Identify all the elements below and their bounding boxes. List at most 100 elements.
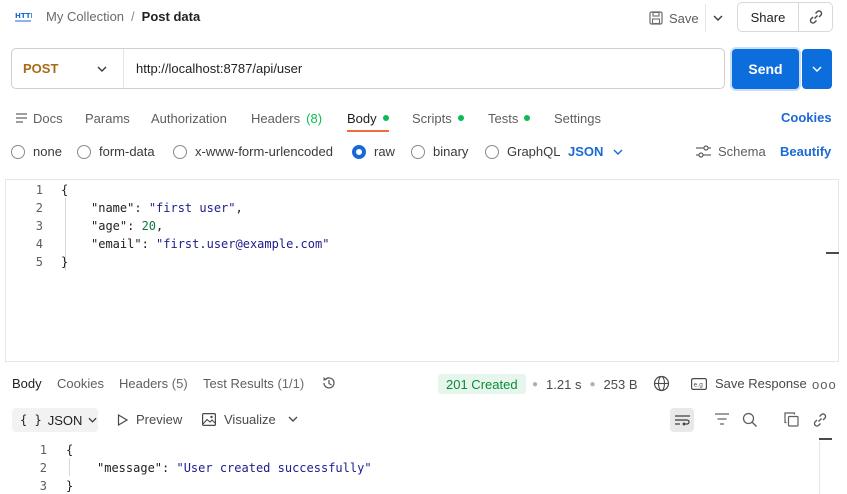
copy-link-button[interactable] <box>798 3 832 31</box>
tab-headers[interactable]: Headers (8) <box>251 104 322 132</box>
radio-urlencoded[interactable]: x-www-form-urlencoded <box>173 144 333 159</box>
history-icon[interactable] <box>321 375 337 391</box>
chevron-down-icon <box>613 149 623 155</box>
tab-scripts-indicator <box>457 115 464 121</box>
code-text: "name": "first user", <box>91 201 243 215</box>
radio-circle <box>173 144 187 159</box>
url-input[interactable] <box>124 49 714 88</box>
response-tab-headers-label: Headers <box>119 376 169 391</box>
tab-body-indicator <box>382 115 389 121</box>
save-response-button[interactable]: e.g Save Response <box>691 376 807 391</box>
breadcrumb-separator: / <box>131 9 135 24</box>
tab-authorization[interactable]: Authorization <box>151 104 227 132</box>
wrap-lines-button[interactable] <box>670 408 694 432</box>
json-colon: : <box>134 201 149 215</box>
line-number: 3 <box>35 219 43 233</box>
save-label: Save <box>669 10 699 26</box>
separator-dot: ● <box>589 379 596 390</box>
json-string: "first user" <box>148 201 236 215</box>
tab-docs[interactable]: Docs <box>16 104 63 132</box>
method-select[interactable]: POST <box>12 49 124 88</box>
http-icon: HTTP <box>15 12 32 22</box>
svg-text:HTTP: HTTP <box>15 12 32 20</box>
tab-tests-label: Tests <box>488 110 519 126</box>
response-scroll-marker[interactable] <box>819 438 832 440</box>
send-options-button[interactable] <box>802 49 832 89</box>
code-text: "message": "User created successfully" <box>97 461 372 475</box>
radio-none[interactable]: none <box>11 144 62 159</box>
chevron-down-icon <box>97 66 107 72</box>
radio-graphql[interactable]: GraphQL <box>485 144 560 159</box>
save-options-button[interactable] <box>704 4 731 32</box>
request-body-editor[interactable]: 1 { 2 "name": "first user", 3 "age": 20,… <box>5 179 839 362</box>
editor-scroll-marker[interactable] <box>826 252 839 254</box>
copy-icon[interactable] <box>784 412 799 427</box>
response-tab-headers[interactable]: Headers (5) <box>119 376 188 391</box>
tab-docs-label: Docs <box>33 110 63 126</box>
json-key: "name" <box>91 201 135 215</box>
status-badge[interactable]: 201 Created <box>438 374 526 394</box>
send-button[interactable]: Send <box>732 49 799 89</box>
response-tab-test-results-label: Test Results <box>203 376 274 391</box>
code-text: "age": 20, <box>91 219 163 233</box>
radio-raw[interactable]: raw <box>352 144 395 159</box>
response-tab-test-results[interactable]: Test Results (1/1) <box>203 376 304 391</box>
image-icon <box>202 413 216 426</box>
save-group: Save <box>643 4 731 32</box>
tab-body[interactable]: Body <box>347 104 389 132</box>
tab-tests-indicator <box>524 115 531 121</box>
json-key: "email" <box>91 237 142 251</box>
response-tab-headers-count: (5) <box>171 376 188 391</box>
schema-button[interactable]: Schema <box>696 144 766 159</box>
json-string: "first.user@example.com" <box>156 237 330 251</box>
response-scrollbar[interactable] <box>819 441 820 494</box>
response-tab-body[interactable]: Body <box>12 376 42 391</box>
preview-button[interactable]: Preview <box>117 412 182 427</box>
filter-icon[interactable] <box>714 412 730 426</box>
save-button[interactable]: Save <box>643 4 705 32</box>
share-button[interactable]: Share <box>738 3 798 31</box>
response-tab-test-results-count: (1/1) <box>277 376 305 391</box>
breadcrumb-collection[interactable]: My Collection <box>46 9 124 24</box>
tab-settings[interactable]: Settings <box>554 104 601 132</box>
search-icon[interactable] <box>742 412 758 428</box>
response-metrics: ● 1.21 s ● 253 B <box>532 377 638 392</box>
response-tab-cookies[interactable]: Cookies <box>57 376 104 391</box>
response-format-select[interactable]: { } JSON <box>12 408 98 432</box>
request-tabs: Docs Params Authorization Headers (8) Bo… <box>0 104 847 132</box>
code-line: 4 "email": "first.user@example.com" <box>6 235 838 253</box>
globe-icon[interactable] <box>653 375 670 392</box>
json-string: "User created successfully" <box>176 461 372 475</box>
cookies-link[interactable]: Cookies <box>781 110 832 125</box>
tab-params[interactable]: Params <box>85 104 130 132</box>
save-response-icon: e.g <box>691 377 707 390</box>
radio-circle <box>411 144 425 159</box>
code-line: 5 } <box>6 253 838 271</box>
link-icon[interactable] <box>812 412 828 428</box>
response-time[interactable]: 1.21 s <box>546 377 581 392</box>
breadcrumb: My Collection / Post data <box>46 9 200 24</box>
response-body-viewer[interactable]: 1 { 2 "message": "User created successfu… <box>0 440 847 494</box>
radio-circle <box>77 144 91 159</box>
chevron-down-icon <box>713 15 723 21</box>
radio-binary[interactable]: binary <box>411 144 468 159</box>
visualize-button[interactable]: Visualize <box>202 412 276 427</box>
chevron-down-icon[interactable] <box>288 412 298 426</box>
breadcrumb-request-name[interactable]: Post data <box>142 9 201 24</box>
radio-circle <box>11 144 25 159</box>
body-format-select[interactable]: JSON <box>568 144 623 159</box>
code-line: 2 "name": "first user", <box>6 199 838 217</box>
radio-form-data[interactable]: form-data <box>77 144 155 159</box>
save-response-label: Save Response <box>715 376 807 391</box>
separator-dot: ● <box>532 379 539 390</box>
chevron-down-icon <box>812 66 822 72</box>
more-options-icon[interactable]: ooo <box>812 377 837 392</box>
line-number: 4 <box>35 237 43 251</box>
beautify-button[interactable]: Beautify <box>780 144 831 159</box>
tab-scripts[interactable]: Scripts <box>412 104 464 132</box>
chevron-down-icon <box>88 417 97 423</box>
code-line: 3 } <box>0 477 847 494</box>
tab-tests[interactable]: Tests <box>488 104 531 132</box>
response-size[interactable]: 253 B <box>604 377 638 392</box>
tab-authorization-label: Authorization <box>151 110 227 126</box>
